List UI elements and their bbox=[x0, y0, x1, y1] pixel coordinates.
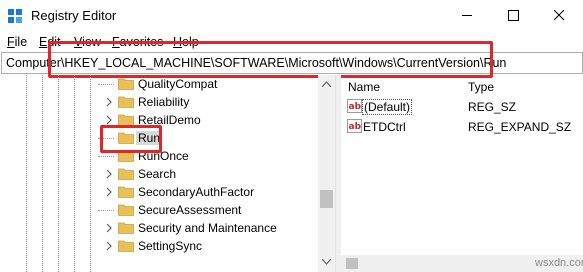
values-scroll-thumb[interactable] bbox=[346, 258, 358, 269]
tree-item[interactable]: Security and Maintenance bbox=[0, 219, 318, 237]
registry-editor-app-icon bbox=[8, 9, 22, 23]
watermark-text: wsxdn.com bbox=[535, 257, 583, 269]
scroll-up-icon[interactable] bbox=[322, 81, 331, 87]
menu-help[interactable]: Help bbox=[173, 35, 199, 49]
folder-icon bbox=[118, 186, 134, 198]
registry-tree: QualityCompat Reliability RetailDemo Run Run… bbox=[0, 75, 335, 272]
tree-connector bbox=[98, 156, 114, 157]
tree-item-label: Run bbox=[136, 131, 163, 145]
string-value-icon: ab bbox=[347, 99, 362, 113]
maximize-icon bbox=[508, 10, 519, 21]
svg-text:ab: ab bbox=[349, 102, 362, 112]
tree-connector bbox=[98, 210, 114, 211]
tree-item[interactable]: Search bbox=[0, 165, 318, 183]
tree-scrollbar[interactable] bbox=[318, 75, 335, 272]
folder-icon bbox=[118, 78, 134, 90]
value-type: REG_EXPAND_SZ bbox=[468, 120, 572, 134]
menu-view[interactable]: View bbox=[74, 35, 101, 49]
address-path[interactable]: Computer\HKEY_LOCAL_MACHINE\SOFTWARE\Mic… bbox=[6, 56, 506, 70]
address-bar[interactable]: Computer\HKEY_LOCAL_MACHINE\SOFTWARE\Mic… bbox=[1, 52, 583, 74]
scroll-down-icon[interactable] bbox=[322, 259, 331, 265]
tree-item[interactable]: SettingSync bbox=[0, 237, 318, 255]
tree-item-label: RunOnce bbox=[138, 149, 189, 163]
tree-item-label: RetailDemo bbox=[138, 113, 201, 127]
value-row[interactable]: ab ETDCtrl REG_EXPAND_SZ bbox=[341, 118, 583, 136]
tree-item[interactable]: SecureAssessment bbox=[0, 201, 318, 219]
chevron-right-icon[interactable] bbox=[104, 241, 114, 251]
tree-item-label: QualityCompat bbox=[138, 77, 218, 91]
tree-connector bbox=[98, 138, 114, 139]
tree-connector bbox=[98, 84, 114, 85]
value-name: ETDCtrl bbox=[363, 120, 406, 134]
value-type: REG_SZ bbox=[468, 100, 517, 114]
tree-item-label: Reliability bbox=[138, 95, 190, 109]
values-pane: Name Type ab (Default) REG_SZ ab ETDCtrl… bbox=[341, 75, 583, 272]
close-button[interactable] bbox=[537, 0, 583, 32]
svg-text:ab: ab bbox=[349, 122, 362, 132]
tree-item-label: SettingSync bbox=[138, 239, 203, 253]
chevron-right-icon[interactable] bbox=[104, 97, 114, 107]
tree-item-label: SecureAssessment bbox=[138, 203, 242, 217]
tree-item[interactable]: RetailDemo bbox=[0, 111, 318, 129]
tree-item-label: Security and Maintenance bbox=[138, 221, 277, 235]
tree-item[interactable]: QualityCompat bbox=[0, 75, 318, 93]
chevron-right-icon[interactable] bbox=[104, 223, 114, 233]
minimize-icon bbox=[462, 15, 472, 16]
tree-item-label: SecondaryAuthFactor bbox=[138, 185, 255, 199]
folder-icon bbox=[118, 204, 134, 216]
menu-favorites[interactable]: Favorites bbox=[112, 35, 163, 49]
folder-icon bbox=[118, 132, 134, 144]
tree-item[interactable]: Reliability bbox=[0, 93, 318, 111]
tree-item[interactable]: Run bbox=[0, 129, 318, 147]
value-name: (Default) bbox=[362, 99, 413, 115]
column-header-name[interactable]: Name bbox=[348, 80, 380, 94]
menu-edit[interactable]: Edit bbox=[39, 35, 61, 49]
window-title: Registry Editor bbox=[31, 8, 117, 23]
folder-icon bbox=[118, 150, 134, 162]
folder-icon bbox=[118, 222, 134, 234]
chevron-right-icon[interactable] bbox=[104, 187, 114, 197]
value-row[interactable]: ab (Default) REG_SZ bbox=[341, 98, 583, 116]
close-icon bbox=[554, 10, 565, 21]
chevron-right-icon[interactable] bbox=[104, 115, 114, 125]
title-bar: Registry Editor bbox=[0, 0, 583, 32]
string-value-icon: ab bbox=[347, 119, 362, 133]
tree-item[interactable]: SecondaryAuthFactor bbox=[0, 183, 318, 201]
folder-icon bbox=[118, 96, 134, 108]
folder-icon bbox=[118, 240, 134, 252]
folder-icon bbox=[118, 114, 134, 126]
menu-bar: File Edit View Favorites Help bbox=[0, 32, 583, 52]
chevron-right-icon[interactable] bbox=[104, 169, 114, 179]
menu-file[interactable]: File bbox=[7, 35, 27, 49]
minimize-button[interactable] bbox=[445, 0, 491, 32]
tree-item-label: Search bbox=[138, 167, 177, 181]
folder-icon bbox=[118, 168, 134, 180]
column-header-type[interactable]: Type bbox=[468, 80, 494, 94]
tree-scroll-thumb[interactable] bbox=[320, 190, 333, 208]
maximize-button[interactable] bbox=[491, 0, 537, 32]
tree-item[interactable]: RunOnce bbox=[0, 147, 318, 165]
